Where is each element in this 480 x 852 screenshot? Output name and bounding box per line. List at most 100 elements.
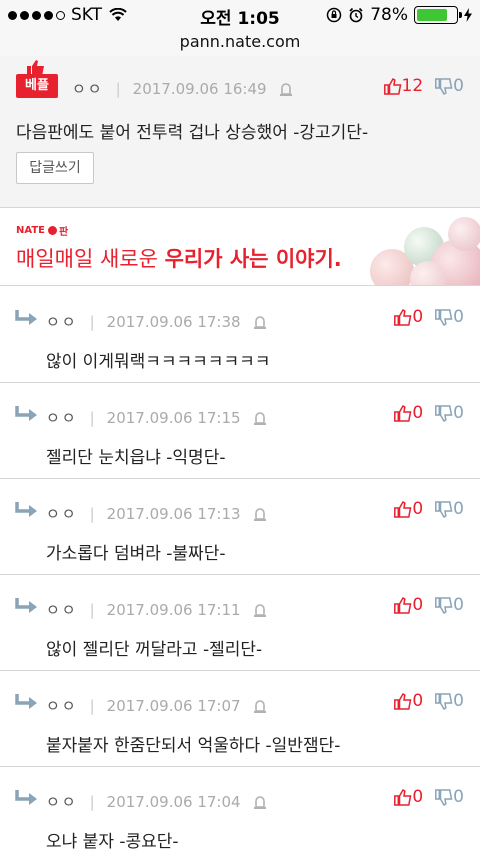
url-bar[interactable]: pann.nate.com	[0, 30, 480, 56]
reply-arrow-icon	[15, 502, 37, 517]
thumbs-down-icon	[435, 692, 453, 710]
comment-text: 않이 이게뭐랙ㅋㅋㅋㅋㅋㅋㅋㅋ	[46, 352, 271, 372]
report-icon[interactable]	[253, 699, 267, 713]
best-comment-votes: 12 0	[383, 76, 464, 96]
thumbs-down-icon	[435, 404, 453, 422]
author-nick[interactable]: ㅇㅇ	[46, 407, 78, 428]
battery-level	[417, 9, 447, 21]
downvote-count: 0	[453, 691, 464, 711]
downvote-count: 0	[453, 595, 464, 615]
reply-meta: ㅇㅇ | 2017.09.06 17:11	[46, 599, 267, 620]
charging-icon	[464, 8, 472, 22]
comment-date: 2017.09.06 17:04	[106, 792, 241, 811]
nate-pann-logo: NATE 판	[16, 223, 68, 238]
logo-dot-icon	[47, 226, 57, 235]
downvote-button[interactable]: 0	[435, 595, 464, 615]
upvote-button[interactable]: 0	[394, 691, 423, 711]
upvote-count: 0	[412, 403, 424, 423]
logo-pann: 판	[58, 227, 69, 238]
nate-pann-banner[interactable]: NATE 판 매일매일 새로운 우리가 사는 이야기.	[0, 209, 480, 286]
upvote-count: 0	[412, 499, 424, 519]
author-nick[interactable]: ㅇㅇ	[46, 311, 78, 332]
downvote-count: 0	[453, 499, 464, 519]
thumbs-down-icon	[435, 500, 453, 518]
reply-meta: ㅇㅇ | 2017.09.06 17:38	[46, 311, 267, 332]
reply-arrow-icon	[15, 598, 37, 613]
divider: |	[89, 504, 95, 523]
author-nick[interactable]: ㅇㅇ	[46, 503, 78, 524]
reply-item: ㅇㅇ | 2017.09.06 17:13 0 0 가소롭다 덤벼라 -불짜단-	[0, 479, 480, 575]
thumbs-up-icon	[394, 692, 412, 710]
reply-votes: 0 0	[394, 403, 464, 423]
author-nick[interactable]: ㅇㅇ	[72, 78, 104, 99]
thumbs-down-icon	[435, 788, 453, 806]
reply-meta: ㅇㅇ | 2017.09.06 17:04	[46, 791, 267, 812]
banner-slogan-bold: 우리가 사는 이야기.	[164, 247, 342, 271]
divider: |	[89, 792, 95, 811]
logo-nate: NATE	[16, 225, 45, 236]
status-right: 78%	[326, 5, 472, 25]
report-icon[interactable]	[253, 795, 267, 809]
divider: |	[89, 408, 95, 427]
upvote-count: 0	[412, 595, 424, 615]
reply-meta: ㅇㅇ | 2017.09.06 17:13	[46, 503, 267, 524]
reply-item: ㅇㅇ | 2017.09.06 17:15 0 0 젤리단 눈치읍냐 -익명단-	[0, 383, 480, 479]
thumbs-down-icon	[435, 308, 453, 326]
author-nick[interactable]: ㅇㅇ	[46, 599, 78, 620]
thumbs-up-icon	[394, 500, 412, 518]
report-icon[interactable]	[279, 82, 293, 96]
battery-percent: 78%	[370, 5, 408, 25]
comment-text: 다음판에도 붙어 전투력 겁나 상승했어 -강고기단-	[16, 123, 369, 143]
rotation-lock-icon	[326, 7, 342, 23]
downvote-button[interactable]: 0	[435, 787, 464, 807]
thumbs-up-icon	[394, 308, 412, 326]
reply-votes: 0 0	[394, 499, 464, 519]
report-icon[interactable]	[253, 411, 267, 425]
divider: |	[89, 696, 95, 715]
downvote-button[interactable]: 0	[435, 691, 464, 711]
upvote-button[interactable]: 0	[394, 499, 423, 519]
report-icon[interactable]	[253, 315, 267, 329]
upvote-button[interactable]: 12	[383, 76, 423, 96]
thumbs-up-icon	[27, 60, 44, 76]
reply-item: ㅇㅇ | 2017.09.06 17:11 0 0 않이 젤리단 꺼달라고 -젤…	[0, 575, 480, 671]
upvote-button[interactable]: 0	[394, 595, 423, 615]
downvote-count: 0	[453, 307, 464, 327]
report-icon[interactable]	[253, 507, 267, 521]
upvote-count: 0	[412, 787, 424, 807]
reply-votes: 0 0	[394, 307, 464, 327]
comment-date: 2017.09.06 17:38	[106, 312, 241, 331]
upvote-button[interactable]: 0	[394, 787, 423, 807]
reply-meta: ㅇㅇ | 2017.09.06 17:07	[46, 695, 267, 716]
reply-arrow-icon	[15, 694, 37, 709]
comment-text: 오냐 붙자 -콩요단-	[46, 832, 179, 852]
comment-text: 젤리단 눈치읍냐 -익명단-	[46, 448, 226, 468]
reply-meta: ㅇㅇ | 2017.09.06 17:15	[46, 407, 267, 428]
upvote-button[interactable]: 0	[394, 307, 423, 327]
alarm-icon	[349, 7, 363, 23]
author-nick[interactable]: ㅇㅇ	[46, 791, 78, 812]
banner-slogan-plain: 매일매일 새로운	[16, 247, 165, 271]
comment-date: 2017.09.06 17:15	[106, 408, 241, 427]
reply-item: ㅇㅇ | 2017.09.06 17:04 0 0 오냐 붙자 -콩요단-	[0, 767, 480, 852]
status-bar: SKT 오전 1:05 78%	[0, 0, 480, 30]
best-badge: 베플	[16, 74, 58, 98]
best-comment: 베플 ㅇㅇ | 2017.09.06 16:49 12 0 다음판에도 붙어 전…	[0, 56, 480, 208]
battery-icon	[414, 6, 462, 24]
author-nick[interactable]: ㅇㅇ	[46, 695, 78, 716]
reply-write-button[interactable]: 답글쓰기	[16, 152, 94, 184]
upvote-button[interactable]: 0	[394, 403, 423, 423]
reply-arrow-icon	[15, 406, 37, 421]
downvote-button[interactable]: 0	[435, 76, 464, 96]
comment-date: 2017.09.06 16:49	[132, 79, 267, 98]
reply-arrow-icon	[15, 310, 37, 325]
downvote-button[interactable]: 0	[435, 307, 464, 327]
divider: |	[89, 312, 95, 331]
downvote-button[interactable]: 0	[435, 403, 464, 423]
comment-text: 가소롭다 덤벼라 -불짜단-	[46, 544, 226, 564]
divider: |	[89, 600, 95, 619]
downvote-button[interactable]: 0	[435, 499, 464, 519]
downvote-count: 0	[453, 76, 464, 96]
report-icon[interactable]	[253, 603, 267, 617]
reply-votes: 0 0	[394, 787, 464, 807]
